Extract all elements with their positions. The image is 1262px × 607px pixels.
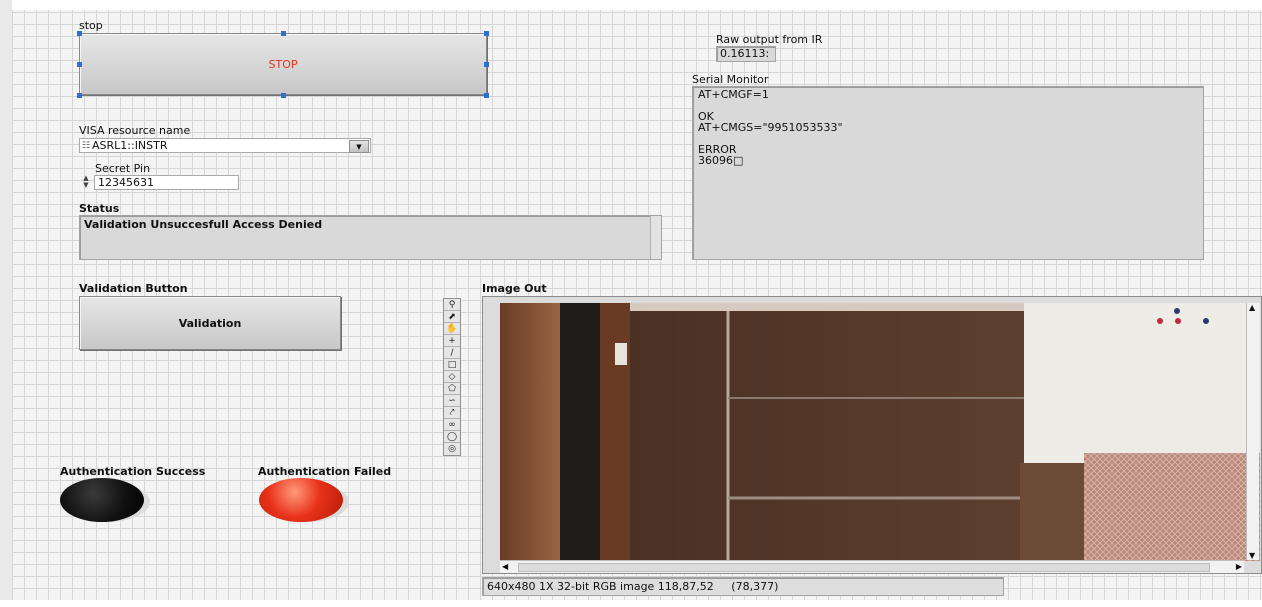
selection-handle[interactable] (484, 93, 489, 98)
validation-button[interactable]: Validation (79, 296, 341, 350)
validation-button-text: Validation (178, 316, 242, 330)
serial-monitor-label: Serial Monitor (692, 73, 769, 86)
vertical-scrollbar[interactable]: ▲ ▼ (1246, 303, 1259, 560)
serial-line (698, 100, 1198, 111)
image-info-bar: 640x480 1X 32-bit RGB image 118,87,52 (7… (482, 577, 1004, 596)
line-icon[interactable]: ∕ (444, 347, 460, 359)
zoom-icon[interactable]: ⚲ (444, 299, 460, 311)
secret-pin-label: Secret Pin (95, 162, 151, 175)
stop-label: stop (79, 19, 103, 32)
serial-line: AT+CMGF=1 (698, 88, 769, 101)
auth-failed-label: Authentication Failed (258, 465, 392, 478)
serial-line: AT+CMGS="9951053533" (698, 121, 843, 134)
arrow-left-icon[interactable]: ◀ (502, 562, 508, 571)
image-display[interactable]: ◀ ▶ ▲ ▼ (482, 296, 1262, 574)
window-left-margin (0, 0, 12, 607)
increment-decrement-icon[interactable]: ▲ ▼ (80, 175, 92, 190)
serial-line: 36096□ (698, 154, 744, 167)
image-tool-palette: ⚲ ⬈ ✋ + ∕ □ ◇ ⬠ ∽ ⤤ ∞ ◯ ◎ (443, 298, 461, 456)
visa-label: VISA resource name (79, 124, 191, 137)
crosshair-icon[interactable]: + (444, 335, 460, 347)
selection-handle[interactable] (77, 31, 82, 36)
secret-pin-value: 12345631 (98, 176, 154, 189)
oval-icon[interactable]: ◯ (444, 431, 460, 443)
selection-handle[interactable] (281, 93, 286, 98)
selection-handle[interactable] (77, 62, 82, 67)
visa-value: ASRL1::INSTR (92, 139, 168, 152)
auth-success-led (60, 478, 144, 522)
lasso-icon[interactable]: ∞ (444, 419, 460, 431)
polygon-icon[interactable]: ⬠ (444, 383, 460, 395)
selection-handle[interactable] (484, 62, 489, 67)
auth-success-label: Authentication Success (60, 465, 206, 478)
pointer-icon[interactable]: ⬈ (444, 311, 460, 323)
selection-handle[interactable] (281, 31, 286, 36)
pan-icon[interactable]: ✋ (444, 323, 460, 335)
status-scrollbar[interactable] (650, 216, 661, 259)
raw-output-label: Raw output from IR (716, 33, 823, 46)
visa-resource-icon: ☷ (81, 140, 91, 151)
selection-handle[interactable] (77, 93, 82, 98)
serial-line (698, 133, 1198, 144)
arrow-up-icon[interactable]: ▲ (1249, 303, 1255, 312)
freehand-icon[interactable]: ∽ (444, 395, 460, 407)
camera-image (500, 303, 1260, 561)
status-indicator: Validation Unsuccesfull Access Denied (79, 215, 662, 260)
image-info: 640x480 1X 32-bit RGB image 118,87,52 (487, 580, 714, 593)
window-bottom-margin (0, 600, 1262, 607)
serial-line: ERROR (698, 143, 737, 156)
validation-label: Validation Button (79, 282, 188, 295)
secret-pin-input[interactable]: 12345631 (94, 175, 239, 190)
raw-output-value: 0.16113: (720, 47, 770, 60)
stop-button[interactable]: STOP (79, 33, 487, 95)
polyline-icon[interactable]: ⤤ (444, 407, 460, 419)
image-out-label: Image Out (482, 282, 547, 295)
selection-handle[interactable] (484, 31, 489, 36)
visa-resource-select[interactable]: ☷ ASRL1::INSTR ▼ (79, 138, 371, 153)
rectangle-icon[interactable]: □ (444, 359, 460, 371)
arrow-right-icon[interactable]: ▶ (1236, 562, 1242, 571)
auth-failed-led (259, 478, 343, 522)
serial-monitor-box: AT+CMGF=1 OK AT+CMGS="9951053533" ERROR … (692, 86, 1204, 260)
raw-output-indicator: 0.16113: (716, 46, 776, 62)
chevron-down-icon[interactable]: ▼ (349, 140, 369, 153)
window-top-margin (0, 0, 1262, 10)
arrow-down-icon[interactable]: ▼ (1249, 551, 1255, 560)
scrollbar-thumb[interactable] (518, 563, 1210, 572)
stop-button-text: STOP (268, 57, 298, 71)
cursor-coordinates: (78,377) (731, 580, 779, 593)
annulus-icon[interactable]: ◎ (444, 443, 460, 455)
rotated-rect-icon[interactable]: ◇ (444, 371, 460, 383)
status-value: Validation Unsuccesfull Access Denied (84, 218, 323, 231)
status-label: Status (79, 202, 120, 215)
horizontal-scrollbar[interactable]: ◀ ▶ (500, 560, 1244, 573)
